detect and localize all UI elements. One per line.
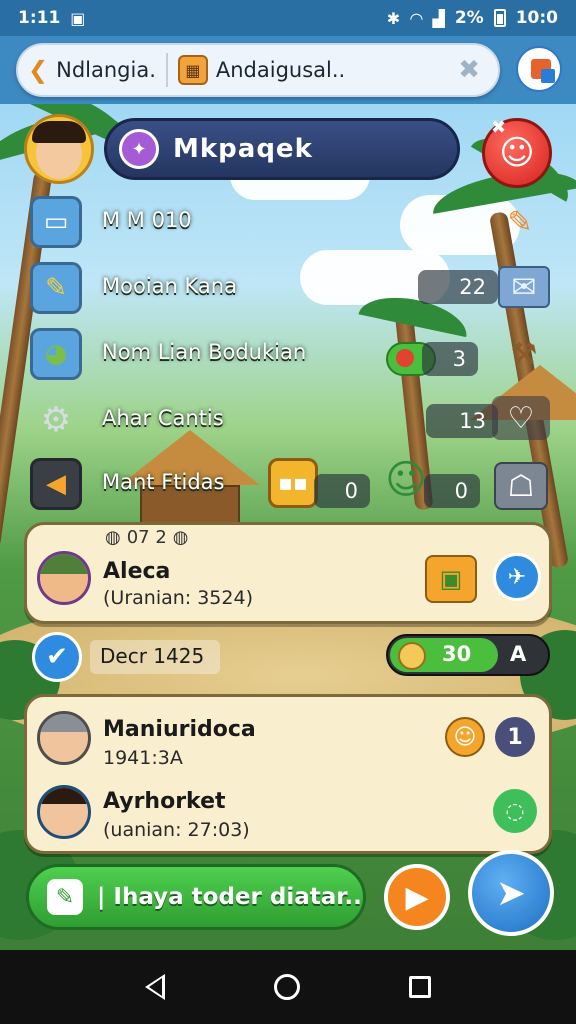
coin-icon: ◍ xyxy=(172,527,189,548)
compass-icon: ✦ xyxy=(119,129,159,169)
back-chevron-icon[interactable]: ❮ xyxy=(28,56,48,84)
friend-subtitle: (uanian: 27:03) xyxy=(103,819,250,841)
action-label: | Ihaya toder diatar.. xyxy=(97,884,362,910)
tab-strip: ❮ Ndlangia. ▦ Andaigusal.. ✖ xyxy=(16,43,500,97)
player-avatar[interactable] xyxy=(24,114,94,184)
treasure-box-icon: ▦ xyxy=(177,55,208,85)
menu-label: Mant Ftidas xyxy=(102,470,225,494)
menu-label: Mooian Kana xyxy=(102,274,237,298)
action-button[interactable]: ✎ | Ihaya toder diatar.. xyxy=(26,864,366,930)
friend-name: Maniuridoca xyxy=(103,717,256,742)
friend-name: Ayrhorket xyxy=(103,789,226,814)
red-smiley-button[interactable]: ✖ ☺ xyxy=(482,117,552,188)
signal-icon: ▟ xyxy=(432,8,445,28)
menu-label: M M 010 xyxy=(102,208,192,232)
home-icon[interactable] xyxy=(273,974,300,1000)
menu-item-2[interactable]: ✎ Mooian Kana 22 ✉ xyxy=(30,262,570,316)
count-badge: 0 xyxy=(314,474,370,508)
menu-label: Ahar Cantis xyxy=(102,406,224,430)
progress-value: 30 xyxy=(442,642,472,666)
gear-icon: ⚙ xyxy=(40,400,72,440)
coin-icon: ◍ xyxy=(105,527,121,548)
coin-icon xyxy=(398,642,426,670)
progress-suffix: A xyxy=(510,642,527,666)
count-badge: 13 xyxy=(426,404,498,438)
menu-item-1[interactable]: ▭ M M 010 ✎ xyxy=(30,196,570,250)
battery-percent: 2% xyxy=(454,8,484,28)
count-badge: 22 xyxy=(418,270,498,304)
menu-item-5[interactable]: ◀ Mant Ftidas ▪▪ 0 ☺ 0 ☖ xyxy=(30,457,570,512)
friends-card[interactable]: Maniuridoca 1941:3A ☺ 1 Ayrhorket (uania… xyxy=(24,694,552,854)
player-subtitle: (Uranian: 3524) xyxy=(103,587,253,609)
progress-pill[interactable]: 30 A xyxy=(386,634,550,676)
close-icon[interactable]: ✖ xyxy=(458,55,480,85)
count-badge: 3 xyxy=(422,342,478,376)
close-icon: ✖ xyxy=(491,117,507,138)
battery-icon xyxy=(493,9,506,27)
wifi-icon: ◠ xyxy=(410,8,423,28)
carrot-icon[interactable]: ✎ xyxy=(494,196,546,248)
player-card[interactable]: ◍ 07 2 ◍ Aleca (Uranian: 3524) ▣ ✈ xyxy=(24,522,552,624)
shop-icon[interactable]: ▣ xyxy=(425,555,477,603)
pencil-icon: ✎ xyxy=(30,262,82,314)
notification-badge[interactable]: 1 xyxy=(495,717,535,757)
progress-label-box: Decr 1425 xyxy=(90,640,220,674)
robot-icon[interactable]: ☖ xyxy=(494,462,548,510)
smiley-icon: ☺ xyxy=(499,133,535,173)
page-title: Mkpaqek xyxy=(173,134,313,164)
menu-label: Nom Lian Bodukian xyxy=(102,340,307,364)
tab-label: Andaigusal.. xyxy=(215,58,346,82)
app-logo-button[interactable] xyxy=(516,46,562,92)
tab-label: Ndlangia. xyxy=(56,58,156,82)
count-badge: 0 xyxy=(424,474,480,508)
tab-first[interactable]: ❮ Ndlangia. xyxy=(18,56,166,84)
system-nav-bar xyxy=(0,950,576,1024)
check-button[interactable]: ✔ xyxy=(32,632,82,682)
arrow-left-icon: ◀ xyxy=(30,458,82,510)
tools-icon[interactable]: ⚒ xyxy=(498,328,550,380)
chat-bubble-icon[interactable]: ▪▪ xyxy=(268,458,318,508)
mail-icon[interactable]: ✉ xyxy=(498,266,550,308)
feather-icon: ✎ xyxy=(47,879,83,915)
player-title-banner[interactable]: ✦ Mkpaqek xyxy=(104,118,460,180)
heart-badge-icon[interactable]: ♡ xyxy=(492,396,550,440)
friend-subtitle: 1941:3A xyxy=(103,747,183,769)
cat-face-icon[interactable]: ☺ xyxy=(445,717,485,757)
avatar xyxy=(37,551,91,605)
menu-item-4[interactable]: ⚙ Ahar Cantis 13 ♡ xyxy=(30,394,570,448)
recents-icon[interactable] xyxy=(409,976,432,998)
play-button[interactable]: ▶ xyxy=(384,864,450,930)
player-name: Aleca xyxy=(103,559,171,584)
send-button[interactable]: ➤ xyxy=(468,850,554,936)
status-bar: 1:11 ▣ ✱ ◠ ▟ 2% 10:0 xyxy=(0,0,576,36)
back-icon[interactable] xyxy=(144,974,165,1000)
card-top-label: ◍ 07 2 ◍ xyxy=(105,527,189,548)
monitor-icon: ▭ xyxy=(30,196,82,248)
avatar xyxy=(37,785,91,839)
bluetooth-icon: ✱ xyxy=(386,8,401,28)
menu-item-3[interactable]: ◕ Nom Lian Bodukian 3 ⚒ xyxy=(30,328,570,382)
map-icon: ◕ xyxy=(30,328,82,380)
avatar xyxy=(37,711,91,765)
share-button[interactable]: ✈ xyxy=(493,553,541,601)
screenshot-icon: ▣ xyxy=(70,8,86,28)
status-time: 1:11 xyxy=(18,8,61,28)
status-clock: 10:0 xyxy=(515,8,558,28)
online-status-button[interactable]: ◌ xyxy=(493,789,537,833)
tab-second[interactable]: ▦ Andaigusal.. xyxy=(168,55,355,85)
